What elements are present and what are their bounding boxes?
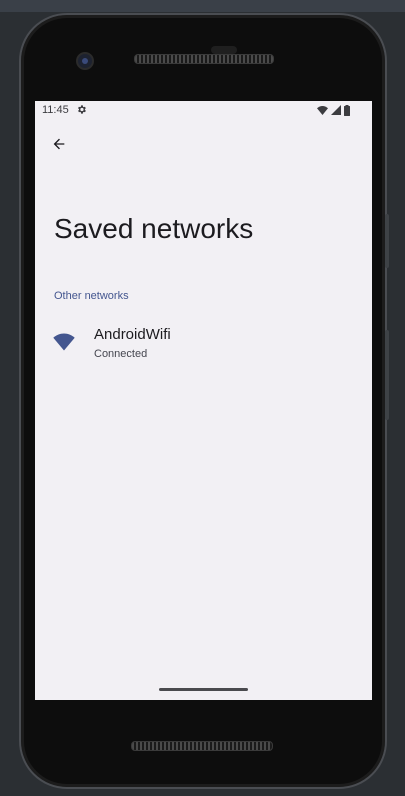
back-button[interactable] bbox=[47, 132, 71, 156]
gear-icon bbox=[76, 104, 87, 118]
top-speaker-grille bbox=[134, 54, 274, 64]
volume-button bbox=[385, 214, 389, 268]
emulator-top-bar bbox=[0, 0, 405, 12]
front-camera bbox=[76, 52, 94, 70]
status-bar: 11:45 bbox=[35, 101, 372, 121]
wifi-icon bbox=[53, 333, 75, 351]
status-time: 11:45 bbox=[42, 104, 69, 116]
battery-icon bbox=[344, 104, 350, 116]
earpiece bbox=[211, 46, 237, 54]
status-icons bbox=[317, 104, 350, 116]
gesture-nav-handle[interactable] bbox=[159, 688, 248, 691]
device-screen: 11:45 Saved networks Other networks Andr… bbox=[35, 101, 372, 700]
network-status: Connected bbox=[94, 348, 148, 360]
network-name: AndroidWifi bbox=[94, 326, 171, 343]
page-title: Saved networks bbox=[54, 213, 254, 244]
bottom-speaker-grille bbox=[131, 741, 273, 751]
network-item-androidwifi[interactable]: AndroidWifi Connected bbox=[35, 317, 372, 367]
cell-signal-icon bbox=[331, 105, 341, 115]
wifi-signal-icon bbox=[317, 105, 328, 115]
arrow-back-icon bbox=[53, 138, 65, 150]
section-header-other-networks: Other networks bbox=[54, 290, 129, 302]
power-button bbox=[385, 330, 389, 420]
